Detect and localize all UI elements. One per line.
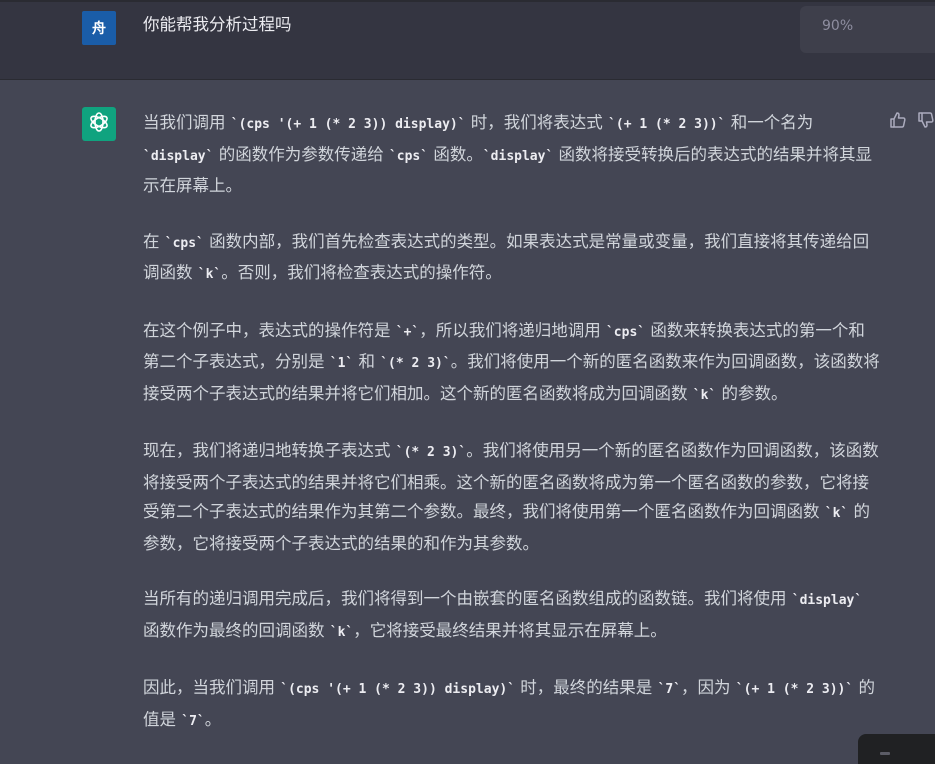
inline-code: `+` [395,324,420,340]
text-segment: 。 [204,709,222,729]
inline-code: `(* 2 3)` [395,445,467,460]
text-segment: 和一个名为 [725,113,814,132]
text-segment: 在 [143,231,165,251]
text-segment: 。否则，我们将检查表达式的操作符。 [221,263,502,282]
inline-code: `7` [181,713,205,729]
zoom-indicator: 90% [800,6,935,53]
message-paragraph: 当我们调用 `(cps '(+ 1 (* 2 3)) display)` 时，我… [143,108,881,201]
user-avatar: 舟 [82,11,116,45]
bottom-corner-widget[interactable] [858,734,935,764]
inline-code: `display` [482,148,554,164]
top-divider [0,0,935,2]
assistant-avatar [82,107,116,141]
message-paragraph: 当所有的递归调用完成后，我们将得到一个由嵌套的匿名函数组成的函数链。我们将使用 … [143,584,881,647]
inline-code: `(+ 1 (* 2 3))` [735,682,854,697]
text-segment: ，它将接受最终结果并将其显示在屏幕上。 [353,620,667,640]
user-message-row: 舟 你能帮我分析过程吗 90% [0,0,935,80]
message-actions [888,110,935,130]
inline-code: `(cps '(+ 1 (* 2 3)) display)` [230,117,466,132]
inline-code: `(cps '(+ 1 (* 2 3)) display)` [280,682,516,697]
text-segment: 在这个例子中，表达式的操作符是 [143,320,396,340]
inline-code: `(* 2 3)` [380,356,451,371]
inline-code: `cps` [164,235,204,251]
text-segment: 当我们调用 [143,113,231,132]
chatgpt-logo-icon [87,110,111,138]
user-message-text: 你能帮我分析过程吗 [143,15,292,34]
inline-code: `display` [143,148,214,164]
message-paragraph: 现在，我们将递归地转换子表达式 `(* 2 3)`。我们将使用另一个新的匿名函数… [143,436,881,558]
inline-code: `1` [329,356,354,371]
inline-code: `k` [197,267,222,282]
text-segment: 当所有的递归调用完成后，我们将得到一个由嵌套的匿名函数组成的函数链。我们将使用 [143,589,792,608]
text-segment: 时，最终的结果是 [515,678,658,697]
thumbs-down-icon[interactable] [916,110,935,130]
text-segment: 和 [353,352,381,371]
message-paragraph: 因此，当我们调用 `(cps '(+ 1 (* 2 3)) display)` … [143,673,881,736]
inline-code: `(+ 1 (* 2 3))` [608,117,726,132]
text-segment: 因此，当我们调用 [143,678,281,697]
inline-code: `7` [657,682,682,697]
text-segment: 现在，我们将递归地转换子表达式 [143,441,396,460]
message-paragraph: 在 `cps` 函数内部，我们首先检查表达式的类型。如果表达式是常量或变量，我们… [143,227,881,290]
assistant-message: 当我们调用 `(cps '(+ 1 (* 2 3)) display)` 时，我… [143,108,881,762]
text-segment: ，所以我们将递归地调用 [419,320,606,340]
bar-icon [880,752,890,755]
inline-code: `k` [824,506,849,521]
inline-code: `cps` [605,324,646,340]
text-segment: 时，我们将表达式 [465,113,609,132]
text-segment: 函数作为最终的回调函数 [143,620,330,640]
inline-code: `cps` [388,148,429,164]
message-paragraph: 在这个例子中，表达式的操作符是 `+`，所以我们将递归地调用 `cps` 函数来… [143,316,881,411]
thumbs-up-icon[interactable] [888,110,908,130]
inline-code: `display` [791,593,863,608]
inline-code: `k` [692,387,717,403]
text-segment: 的函数作为参数传递给 [213,144,389,164]
inline-code: `k` [329,624,354,640]
text-segment: ，因为 [681,678,736,697]
text-segment: 函数。 [428,144,483,164]
text-segment: 的参数。 [716,383,788,403]
